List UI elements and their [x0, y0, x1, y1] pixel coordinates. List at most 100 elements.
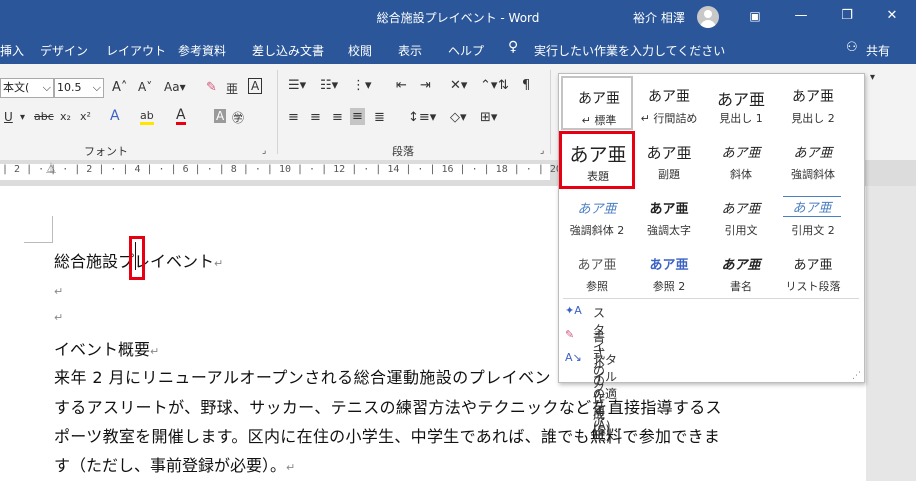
align-center-icon[interactable]: ≡: [310, 110, 321, 125]
style-name: 書名: [730, 280, 752, 293]
decrease-indent-icon[interactable]: ⇤: [396, 78, 407, 93]
window-title: 総合施設プレイベント - Word: [376, 11, 540, 25]
command-label: スタイルの適用(A)...: [593, 353, 623, 433]
style-intense-emphasis[interactable]: あア亜 強調斜体: [777, 132, 849, 184]
restore-button[interactable]: ❐: [832, 4, 862, 28]
style-intense-reference[interactable]: あア亜 参照 2: [633, 244, 705, 296]
style-heading-2[interactable]: あア亜 見出し 2: [777, 76, 849, 128]
tab-references[interactable]: 参考資料: [178, 42, 226, 59]
title-bar: 総合施設プレイベント - Word 裕介 相澤 ▣ — ❐ ✕: [0, 0, 916, 34]
user-name[interactable]: 裕介 相澤: [633, 9, 685, 26]
text-effects-icon[interactable]: A: [110, 108, 120, 124]
style-quote[interactable]: あア亜 引用文: [705, 188, 777, 240]
style-reference[interactable]: あア亜 参照: [561, 244, 633, 296]
asian-layout-icon[interactable]: ⌃▾: [480, 78, 497, 93]
bullets-icon[interactable]: ☰▾: [288, 78, 306, 93]
increase-indent-icon[interactable]: ⇥: [420, 78, 431, 93]
avatar[interactable]: [697, 6, 719, 28]
style-name: 見出し 2: [791, 112, 835, 125]
superscript-icon[interactable]: x²: [80, 110, 91, 123]
doc-paragraph-line[interactable]: す（ただし、事前登録が必要）。↵: [54, 452, 295, 476]
tab-design[interactable]: デザイン: [40, 42, 88, 59]
style-name: 強調太字: [647, 224, 691, 237]
style-intense-emphasis-2[interactable]: あア亜 強調斜体 2: [561, 188, 633, 240]
text-direction-icon[interactable]: ✕▾: [450, 78, 467, 93]
style-no-spacing[interactable]: あア亜 ↵ 行間詰め: [633, 76, 705, 128]
style-sample: あア亜: [721, 146, 761, 161]
styles-gallery: あア亜 ↵ 標準 あア亜 ↵ 行間詰め あア亜 見出し 1 あア亜 見出し 2 …: [558, 73, 865, 444]
align-left-icon[interactable]: ≡: [288, 110, 299, 125]
minimize-button[interactable]: —: [786, 4, 816, 28]
chevron-down-icon: ⌵: [92, 81, 101, 94]
strikethrough-icon[interactable]: abc: [34, 110, 54, 123]
sort-icon[interactable]: ⇅: [498, 78, 509, 93]
tab-mailings[interactable]: 差し込み文書: [252, 42, 324, 59]
font-size-value: 10.5: [57, 81, 82, 94]
style-name: 見出し 1: [719, 112, 763, 125]
clear-format-icon[interactable]: ✎: [206, 80, 217, 95]
justify-icon[interactable]: ≡: [350, 108, 365, 125]
show-marks-icon[interactable]: ¶: [522, 78, 530, 93]
dialog-launcher-icon[interactable]: ⌟: [262, 146, 266, 156]
style-subtitle[interactable]: あア亜 副題: [633, 132, 705, 184]
style-list-paragraph[interactable]: あア亜 リスト段落: [777, 244, 849, 296]
doc-paragraph-line[interactable]: 来年 2 月にリニューアルオープンされる総合運動施設のプレイベン: [54, 364, 551, 388]
dialog-launcher-icon[interactable]: ⌟: [540, 146, 544, 156]
style-normal[interactable]: あア亜 ↵ 標準: [561, 76, 633, 130]
tab-review[interactable]: 校閲: [348, 42, 372, 59]
empty-paragraph[interactable]: ↵: [54, 306, 63, 325]
style-sample: あア亜: [792, 89, 834, 105]
underline-icon[interactable]: U: [4, 110, 13, 124]
close-button[interactable]: ✕: [877, 4, 907, 28]
tell-me-search[interactable]: 実行したい作業を入力してください: [534, 42, 725, 59]
indent-marker-icon[interactable]: ⏅: [46, 160, 56, 175]
char-border-icon[interactable]: A: [248, 78, 263, 94]
chevron-down-icon[interactable]: ▾: [20, 112, 25, 123]
font-name-select[interactable]: 本文( ⌵: [0, 78, 54, 98]
change-case-icon[interactable]: Aa▾: [164, 80, 186, 94]
tab-layout[interactable]: レイアウト: [106, 42, 166, 59]
numbering-icon[interactable]: ☷▾: [320, 78, 338, 93]
style-strong[interactable]: あア亜 強調太字: [633, 188, 705, 240]
style-heading-1[interactable]: あア亜 見出し 1: [705, 76, 777, 128]
tab-view[interactable]: 表示: [398, 42, 422, 59]
eraser-icon: ✎: [565, 328, 575, 341]
doc-heading-line[interactable]: イベント概要↵: [54, 336, 159, 360]
apply-style-icon: A↘: [565, 351, 582, 364]
style-book-title[interactable]: あア亜 書名: [705, 244, 777, 296]
enclose-char-icon[interactable]: ㊫: [232, 109, 244, 126]
paragraph-mark: ↵: [150, 345, 160, 358]
resize-grip-icon[interactable]: ⋰: [852, 371, 861, 381]
multilevel-list-icon[interactable]: ⋮▾: [352, 78, 372, 93]
borders-icon[interactable]: ⊞▾: [480, 110, 497, 125]
style-name: ↵ 標準: [581, 114, 617, 127]
phonetic-guide-icon[interactable]: 亜: [226, 80, 238, 97]
tab-insert[interactable]: 挿入: [0, 42, 24, 59]
ribbon-display-icon[interactable]: ▣: [740, 4, 770, 28]
style-emphasis[interactable]: あア亜 斜体: [705, 132, 777, 184]
char-shading-icon[interactable]: A: [214, 109, 227, 123]
font-size-select[interactable]: 10.5 ⌵: [54, 78, 104, 98]
style-name: 参照 2: [652, 280, 686, 293]
style-intense-quote[interactable]: あア亜 引用文 2: [777, 188, 849, 240]
share-button[interactable]: 共有: [866, 42, 890, 59]
vertical-scroll-area[interactable]: [866, 186, 916, 481]
distribute-icon[interactable]: ≣: [374, 110, 385, 125]
style-name: 強調斜体 2: [569, 224, 625, 237]
shading-icon[interactable]: ◇▾: [450, 110, 467, 125]
style-name: 引用文: [724, 224, 758, 237]
tab-help[interactable]: ヘルプ: [448, 42, 484, 59]
grow-font-icon[interactable]: A˄: [112, 80, 127, 95]
line-spacing-icon[interactable]: ↕≡▾: [408, 110, 436, 125]
align-right-icon[interactable]: ≡: [332, 110, 343, 125]
gallery-divider: [563, 298, 859, 299]
style-name: 副題: [658, 168, 680, 181]
style-sample: あア亜: [716, 90, 765, 109]
shrink-font-icon[interactable]: A˅: [138, 80, 152, 94]
font-color-icon[interactable]: A: [176, 108, 186, 125]
style-title[interactable]: あア亜 表題: [559, 131, 635, 189]
subscript-icon[interactable]: x₂: [60, 110, 71, 123]
chevron-down-icon[interactable]: ▾: [870, 72, 875, 83]
highlight-color-icon[interactable]: ab: [140, 109, 154, 125]
empty-paragraph[interactable]: ↵: [54, 280, 63, 299]
